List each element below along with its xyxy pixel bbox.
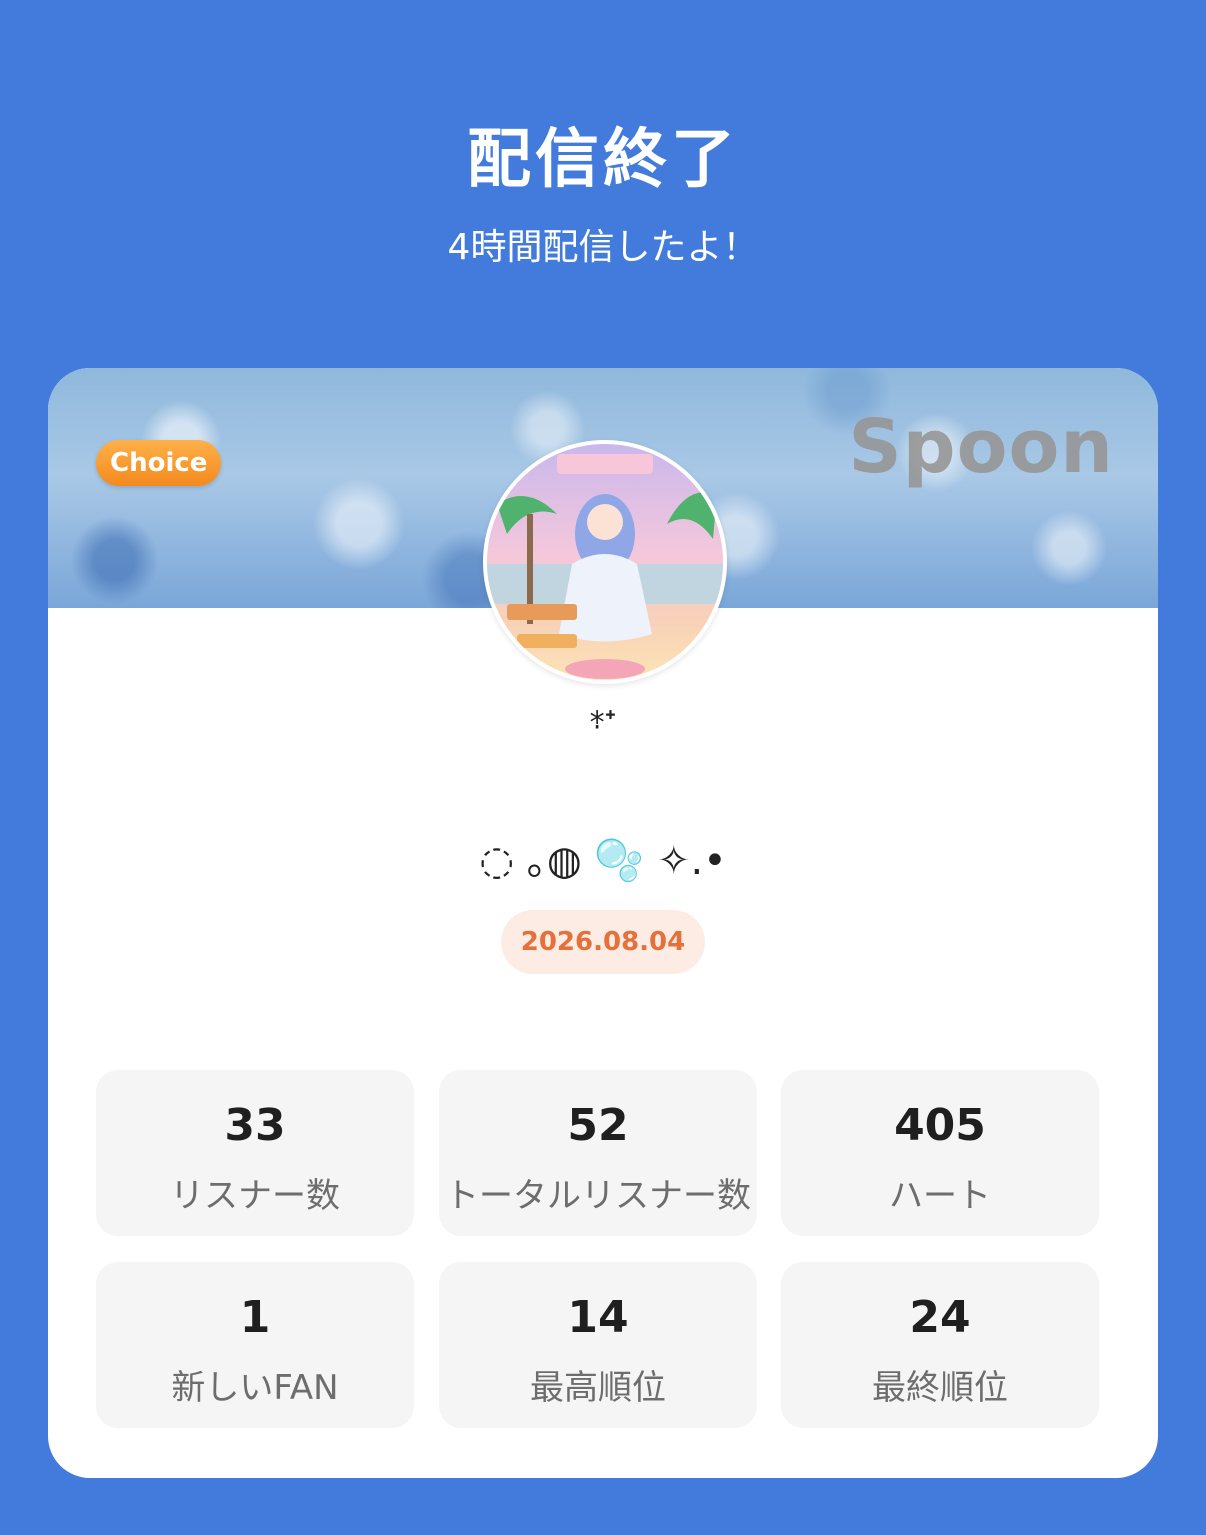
stat-label: 最終順位	[872, 1368, 1008, 1408]
stat-label: ハート	[889, 1176, 991, 1216]
stat-total-listeners: 52 トータルリスナー数	[439, 1070, 757, 1236]
stat-value: 1	[239, 1292, 271, 1343]
stat-final-rank: 24 最終順位	[781, 1262, 1099, 1428]
page-title: 配信終了	[467, 123, 739, 197]
user-name: ⁎̣˖	[589, 696, 617, 731]
stat-value: 52	[567, 1100, 629, 1151]
stat-label: トータルリスナー数	[445, 1176, 751, 1216]
spoon-logo: Spoon	[848, 404, 1114, 490]
avatar-image	[487, 454, 723, 679]
stat-value: 405	[894, 1100, 986, 1151]
stat-value: 24	[909, 1292, 971, 1343]
stat-highest-rank: 14 最高順位	[439, 1262, 757, 1428]
stat-hearts: 405 ハート	[781, 1070, 1099, 1236]
date-badge: 2026.08.04	[501, 910, 705, 974]
stat-new-fans: 1 新しいFAN	[96, 1262, 414, 1428]
avatar[interactable]	[483, 440, 727, 684]
stat-value: 14	[567, 1292, 629, 1343]
decoration-text: ◌ ｡◍ 🫧 ✧.•	[479, 838, 727, 884]
stat-label: リスナー数	[170, 1176, 340, 1216]
stat-label: 最高順位	[530, 1368, 666, 1408]
stat-value: 33	[224, 1100, 286, 1151]
broadcast-summary-card: Choice Spoon ⁎̣˖ ◌ ｡◍ 🫧 ✧.• 2026.08.04 3…	[48, 368, 1158, 1478]
stat-label: 新しいFAN	[171, 1368, 339, 1408]
choice-badge: Choice	[96, 440, 222, 486]
page-subtitle: 4時間配信したよ！	[447, 227, 759, 268]
stat-listeners: 33 リスナー数	[96, 1070, 414, 1236]
